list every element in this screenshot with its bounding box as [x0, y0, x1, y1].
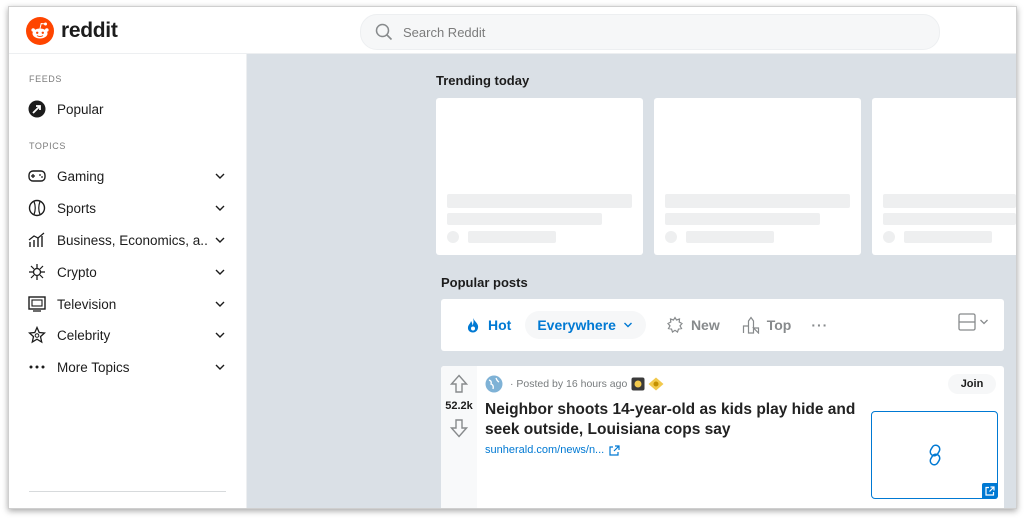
flame-icon — [467, 318, 479, 333]
award-icon — [648, 377, 664, 391]
browser-frame: reddit Search Reddit FEEDS Popular TOPIC… — [8, 6, 1017, 509]
sort-top-button[interactable]: Top — [742, 316, 792, 334]
topics-section-title: TOPICS — [29, 141, 66, 151]
sidebar-item-gaming[interactable]: Gaming — [27, 163, 227, 189]
post-link[interactable]: sunherald.com/news/n... — [485, 444, 620, 456]
vote-count: 52.2k — [445, 400, 473, 412]
card-layout-icon — [958, 313, 976, 331]
search-icon — [375, 23, 393, 41]
popular-icon — [27, 99, 47, 119]
sparkle-burst-icon — [666, 316, 683, 333]
award-icon — [631, 377, 645, 391]
post-thumbnail[interactable] — [871, 411, 998, 499]
downvote-icon[interactable] — [450, 418, 468, 438]
vote-column: 52.2k — [441, 366, 477, 508]
view-layout-button[interactable] — [958, 313, 990, 331]
chart-icon — [27, 230, 47, 250]
chevron-down-icon[interactable] — [213, 201, 227, 215]
sidebar-item-label: Crypto — [57, 264, 97, 280]
skeleton-line — [468, 231, 556, 243]
ball-icon — [27, 198, 47, 218]
sort-hot-button[interactable]: Hot — [457, 311, 519, 339]
feeds-section-title: FEEDS — [29, 74, 63, 84]
skeleton-line — [904, 231, 992, 243]
sidebar-item-label: Popular — [57, 101, 104, 117]
sidebar-item-label: Sports — [57, 200, 97, 216]
sidebar-item-label: Gaming — [57, 168, 105, 184]
sidebar-item-business[interactable]: Business, Economics, a... — [27, 227, 227, 253]
skeleton-line — [447, 213, 602, 225]
chevron-down-icon[interactable] — [213, 328, 227, 342]
trending-title: Trending today — [436, 73, 530, 88]
sort-top-label: Top — [766, 317, 792, 333]
sidebar-item-label: Celebrity — [57, 327, 111, 343]
upvote-icon[interactable] — [450, 374, 468, 394]
chevron-down-icon[interactable] — [213, 169, 227, 183]
sort-bar: Hot Everywhere New Top ··· — [441, 299, 1004, 351]
logo-text: reddit — [61, 19, 118, 42]
post-link-text[interactable]: sunherald.com/news/n... — [485, 444, 604, 456]
more-icon — [27, 357, 47, 377]
chevron-down-icon[interactable] — [213, 360, 227, 374]
reddit-snoo-icon — [26, 17, 54, 45]
sidebar-item-label: Business, Economics, a... — [57, 232, 207, 248]
skeleton-line — [883, 213, 1016, 225]
subreddit-globe-icon[interactable] — [485, 375, 503, 393]
sidebar-item-celebrity[interactable]: Celebrity — [27, 322, 227, 348]
gamepad-icon — [27, 166, 47, 186]
post-title[interactable]: Neighbor shoots 14-year-old as kids play… — [485, 400, 860, 440]
skeleton-avatar — [883, 231, 895, 243]
sort-hot-label: Hot — [488, 317, 512, 333]
left-sidebar: FEEDS Popular TOPICS Gaming Sports Busin… — [9, 54, 247, 508]
skeleton-avatar — [665, 231, 677, 243]
star-icon — [27, 325, 47, 345]
sidebar-item-popular[interactable]: Popular — [27, 96, 227, 122]
skeleton-line — [665, 213, 820, 225]
sidebar-item-crypto[interactable]: Crypto — [27, 259, 227, 285]
sidebar-item-more-topics[interactable]: More Topics — [27, 354, 227, 380]
sidebar-item-label: Television — [57, 296, 117, 312]
search-input[interactable]: Search Reddit — [403, 25, 485, 40]
trending-card[interactable] — [872, 98, 1016, 255]
podium-icon — [742, 316, 759, 334]
thumbnail-external-badge — [982, 483, 998, 499]
skeleton-line — [883, 194, 1016, 208]
reddit-logo[interactable]: reddit — [26, 17, 118, 45]
post-meta-text: · Posted by 16 hours ago — [510, 378, 628, 390]
search-bar[interactable]: Search Reddit — [360, 14, 940, 50]
join-button[interactable]: Join — [948, 374, 996, 394]
crypto-icon — [27, 262, 47, 282]
sort-new-label: New — [690, 317, 720, 333]
popular-posts-title: Popular posts — [441, 275, 528, 290]
link-icon — [929, 444, 941, 466]
sort-new-button[interactable]: New — [666, 316, 720, 334]
location-dropdown[interactable]: Everywhere — [525, 311, 646, 339]
sort-more-button[interactable]: ··· — [811, 317, 828, 333]
chevron-down-icon[interactable] — [213, 265, 227, 279]
trending-card[interactable] — [436, 98, 643, 255]
post-card[interactable]: 52.2k · Posted by 16 hours ago Join Neig… — [441, 366, 1004, 508]
skeleton-line — [665, 194, 850, 208]
external-link-icon — [985, 486, 995, 496]
sidebar-item-sports[interactable]: Sports — [27, 195, 227, 221]
sidebar-item-label: More Topics — [57, 359, 130, 375]
main-content: Trending today Popular posts Hot Everywh… — [247, 54, 1016, 508]
tv-icon — [27, 294, 47, 314]
chevron-down-icon — [623, 322, 632, 328]
trending-card[interactable] — [654, 98, 861, 255]
top-header: reddit Search Reddit — [9, 7, 1016, 54]
skeleton-line — [447, 194, 632, 208]
external-link-icon — [609, 444, 620, 456]
skeleton-avatar — [447, 231, 459, 243]
skeleton-line — [686, 231, 774, 243]
chevron-down-icon[interactable] — [213, 233, 227, 247]
sidebar-item-television[interactable]: Television — [27, 291, 227, 317]
chevron-down-icon — [980, 319, 988, 325]
post-meta: · Posted by 16 hours ago — [485, 375, 664, 393]
location-label: Everywhere — [537, 317, 616, 333]
chevron-down-icon[interactable] — [213, 297, 227, 311]
sidebar-divider — [29, 491, 226, 492]
